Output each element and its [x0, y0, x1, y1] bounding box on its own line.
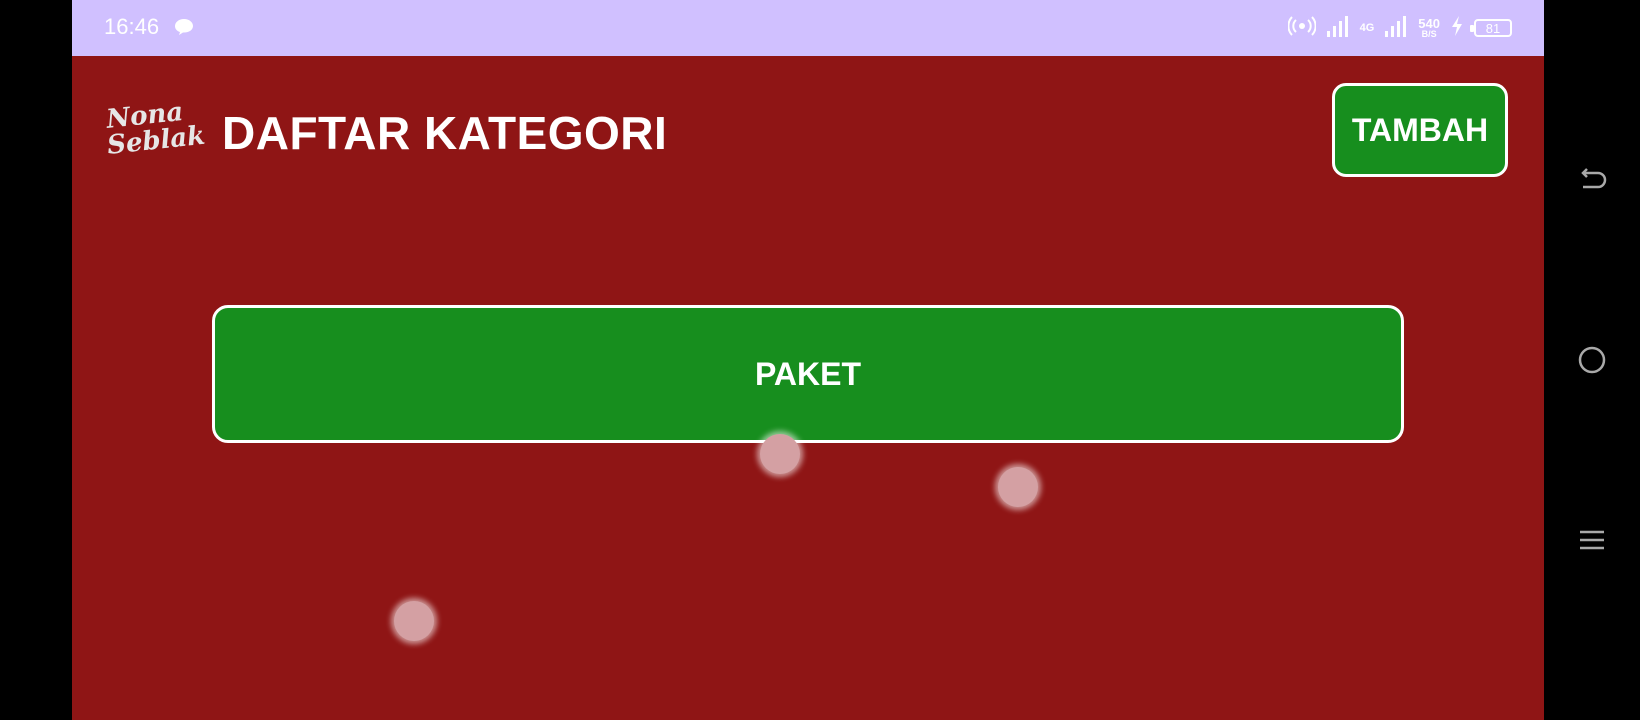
home-icon[interactable] — [1576, 344, 1608, 376]
touch-indicator — [394, 601, 434, 641]
navigation-bar — [1544, 0, 1640, 720]
status-bar: 16:46 4G 540 B/S 81 — [72, 0, 1544, 56]
touch-indicator — [760, 434, 800, 474]
battery-icon: 81 — [1470, 19, 1512, 37]
app-screen: 16:46 4G 540 B/S 81 Nona Seblak DAFTAR K… — [72, 0, 1544, 720]
message-icon — [174, 18, 194, 41]
hotspot-icon — [1287, 15, 1317, 42]
status-icons: 4G 540 B/S 81 — [1287, 14, 1512, 42]
menu-icon[interactable] — [1576, 524, 1608, 556]
charging-icon — [1450, 15, 1464, 42]
category-item-button[interactable]: PAKET — [212, 305, 1404, 443]
page-title: DAFTAR KATEGORI — [222, 107, 668, 159]
back-icon[interactable] — [1576, 164, 1608, 196]
network-type: 4G — [1359, 21, 1375, 34]
battery-level: 81 — [1485, 20, 1501, 36]
signal-icon — [1326, 15, 1350, 42]
network-speed-unit: B/S — [1421, 29, 1437, 39]
signal-icon-2 — [1384, 15, 1408, 42]
add-button[interactable]: TAMBAH — [1332, 83, 1508, 177]
network-type-label: 4G — [1359, 21, 1375, 34]
touch-indicator — [998, 467, 1038, 507]
status-time: 16:46 — [104, 14, 160, 39]
header: Nona Seblak DAFTAR KATEGORI TAMBAH — [72, 56, 1544, 206]
logo: Nona Seblak — [101, 97, 207, 165]
network-speed: 540 B/S — [1418, 17, 1440, 39]
